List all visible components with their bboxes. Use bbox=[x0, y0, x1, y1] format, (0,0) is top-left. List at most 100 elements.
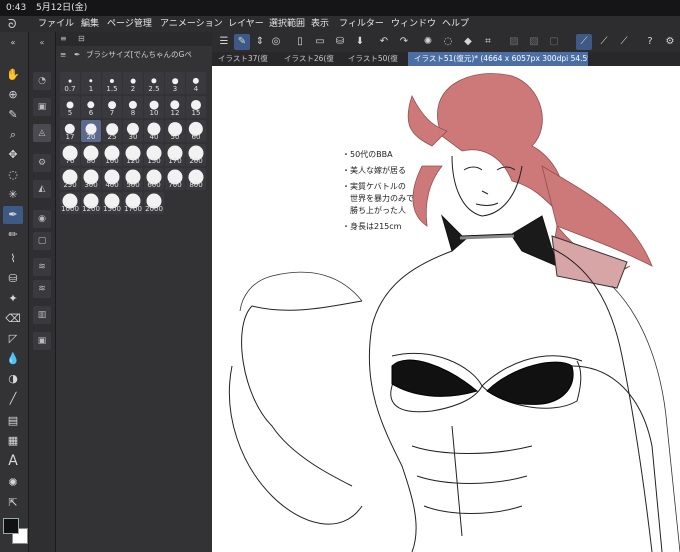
brush-size-cell[interactable]: 50 bbox=[165, 120, 185, 142]
help-icon[interactable]: ? bbox=[642, 34, 658, 50]
correct-line-tool-icon[interactable]: ⇱ bbox=[3, 494, 23, 512]
brush-size-cell[interactable]: 150 bbox=[144, 144, 164, 166]
undo-icon[interactable]: ↶ bbox=[376, 34, 392, 50]
brush-size-cell[interactable]: 2.5 bbox=[144, 72, 164, 94]
menu-edit[interactable]: 編集 bbox=[81, 16, 99, 32]
brush-size-cell[interactable]: 8 bbox=[123, 96, 143, 118]
brush-size-cell[interactable]: 1700 bbox=[123, 192, 143, 214]
subtool-c-icon[interactable]: ◬ bbox=[33, 124, 51, 142]
eyedropper-tool-icon[interactable]: ✎ bbox=[3, 106, 23, 124]
brush-size-cell[interactable]: 20 bbox=[81, 120, 101, 142]
brush-size-cell[interactable]: 1 bbox=[81, 72, 101, 94]
switch-icon[interactable]: ⇕ bbox=[252, 34, 268, 50]
stabilizer-a-icon[interactable]: ⟋ bbox=[576, 34, 592, 50]
brush-size-cell[interactable]: 60 bbox=[186, 120, 206, 142]
menu-help[interactable]: ヘルプ bbox=[442, 16, 469, 32]
brush-size-cell[interactable]: 6 bbox=[81, 96, 101, 118]
move-tool-icon[interactable]: ✥ bbox=[3, 146, 23, 164]
fill-icon[interactable]: ◆ bbox=[460, 34, 476, 50]
layer-stack2-icon[interactable]: ≋ bbox=[33, 280, 51, 298]
panel-menu-icon[interactable]: ≡ bbox=[60, 48, 66, 62]
palette-icon[interactable]: ◎ bbox=[268, 34, 284, 50]
brush-tool-icon[interactable]: ⌇ bbox=[3, 250, 23, 268]
open-file-icon[interactable]: ▭ bbox=[312, 34, 328, 50]
brush-size-cell[interactable]: 12 bbox=[165, 96, 185, 118]
figure-tool-icon[interactable]: ╱ bbox=[3, 390, 23, 408]
transform-icon[interactable]: ⌗ bbox=[480, 34, 496, 50]
export-icon[interactable]: ⬇ bbox=[352, 34, 368, 50]
zoom-tool-icon[interactable]: ⊕ bbox=[3, 86, 23, 104]
tab-document[interactable]: イラスト50(復 bbox=[342, 52, 406, 66]
brush-size-cell[interactable]: 10 bbox=[144, 96, 164, 118]
decoration-tool-icon[interactable]: ✦ bbox=[3, 290, 23, 308]
brush-size-cell[interactable]: 1200 bbox=[81, 192, 101, 214]
disabled-b-icon[interactable]: ▨ bbox=[526, 34, 542, 50]
new-file-icon[interactable]: ▯ bbox=[292, 34, 308, 50]
eraser-tool-icon[interactable]: ⌫ bbox=[3, 310, 23, 328]
brush-size-cell[interactable]: 170 bbox=[165, 144, 185, 166]
brush-size-cell[interactable]: 0.7 bbox=[60, 72, 80, 94]
brush-size-cell[interactable]: 2000 bbox=[144, 192, 164, 214]
brush-size-cell[interactable]: 400 bbox=[102, 168, 122, 190]
gradation-tool-icon[interactable]: ▦ bbox=[3, 432, 23, 450]
tab-document[interactable]: イラスト37(復 bbox=[212, 52, 278, 66]
menu-file[interactable]: ファイル bbox=[38, 16, 74, 32]
magnifier-tool-icon[interactable]: ⌕ bbox=[3, 126, 23, 144]
brush-size-cell[interactable]: 3 bbox=[165, 72, 185, 94]
airbrush-tool-icon[interactable]: ⛁ bbox=[3, 270, 23, 288]
brush-size-cell[interactable]: 5 bbox=[60, 96, 80, 118]
panel-menu-icon[interactable]: ≡ bbox=[60, 32, 67, 46]
stabilizer-b-icon[interactable]: ⟋ bbox=[596, 34, 612, 50]
brush-size-cell[interactable]: 1500 bbox=[102, 192, 122, 214]
brush-size-cell[interactable]: 100 bbox=[102, 144, 122, 166]
brush-size-cell[interactable]: 25 bbox=[102, 120, 122, 142]
edit-icon[interactable]: ✎ bbox=[234, 34, 250, 50]
brush-size-cell[interactable]: 70 bbox=[60, 144, 80, 166]
brush-size-cell[interactable]: 120 bbox=[123, 144, 143, 166]
subtool-a-icon[interactable]: ◔ bbox=[33, 72, 51, 90]
brush-size-cell[interactable]: 2 bbox=[123, 72, 143, 94]
brush-size-cell[interactable]: 700 bbox=[165, 168, 185, 190]
collapse-icon[interactable]: « bbox=[33, 34, 51, 52]
subtool-i-icon[interactable]: ▣ bbox=[33, 332, 51, 350]
tab-document-active[interactable]: イラスト51(復元)* (4664 x 6057px 300dpi 54.5%) bbox=[408, 52, 588, 66]
redo-icon[interactable]: ↷ bbox=[396, 34, 412, 50]
disabled-c-icon[interactable]: ▢ bbox=[546, 34, 562, 50]
brush-size-cell[interactable]: 30 bbox=[123, 120, 143, 142]
brush-size-cell[interactable]: 7 bbox=[102, 96, 122, 118]
brush-size-cell[interactable]: 15 bbox=[186, 96, 206, 118]
save-icon[interactable]: ⛁ bbox=[332, 34, 348, 50]
lasso-tool-icon[interactable]: ◌ bbox=[3, 166, 23, 184]
brush-size-cell[interactable]: 1.5 bbox=[102, 72, 122, 94]
pen-tool-icon[interactable]: ✒ bbox=[3, 206, 23, 224]
menu-selection[interactable]: 選択範囲 bbox=[269, 16, 305, 32]
stabilizer-c-icon[interactable]: ⟋ bbox=[616, 34, 632, 50]
panel-collapse-icon[interactable]: ⊟ bbox=[78, 32, 85, 46]
menu-filter[interactable]: フィルター bbox=[339, 16, 384, 32]
app-logo-icon[interactable]: ᘐ bbox=[8, 17, 16, 31]
magic-wand-tool-icon[interactable]: ✳ bbox=[3, 186, 23, 204]
brush-size-cell[interactable]: 300 bbox=[81, 168, 101, 190]
frame-tool-icon[interactable]: ▤ bbox=[3, 412, 23, 430]
layer-stack-icon[interactable]: ≋ bbox=[33, 258, 51, 276]
subtool-d-icon[interactable]: ⚙ bbox=[33, 154, 51, 172]
brush-size-cell[interactable]: 200 bbox=[186, 144, 206, 166]
menu-page[interactable]: ページ管理 bbox=[107, 16, 152, 32]
blend-tool-icon[interactable]: ◸ bbox=[3, 330, 23, 348]
subtool-g-icon[interactable]: ▢ bbox=[33, 232, 51, 250]
brush-size-cell[interactable]: 250 bbox=[60, 168, 80, 190]
subtool-b-icon[interactable]: ▣ bbox=[33, 98, 51, 116]
tab-document[interactable]: イラスト26(復 bbox=[278, 52, 342, 66]
gradient-tool-icon[interactable]: ◑ bbox=[3, 370, 23, 388]
disabled-a-icon[interactable]: ▨ bbox=[506, 34, 522, 50]
brush-size-cell[interactable]: 4 bbox=[186, 72, 206, 94]
fill-tool-icon[interactable]: 💧 bbox=[3, 350, 23, 368]
subtool-f-icon[interactable]: ◉ bbox=[33, 210, 51, 228]
subtool-e-icon[interactable]: ◭ bbox=[33, 180, 51, 198]
pencil-tool-icon[interactable]: ✏ bbox=[3, 226, 23, 244]
brush-size-cell[interactable]: 600 bbox=[144, 168, 164, 190]
balloon-tool-icon[interactable]: ✺ bbox=[3, 474, 23, 492]
brush-size-cell[interactable]: 17 bbox=[60, 120, 80, 142]
menu-view[interactable]: 表示 bbox=[311, 16, 329, 32]
menu-layer[interactable]: レイヤー bbox=[228, 16, 264, 32]
